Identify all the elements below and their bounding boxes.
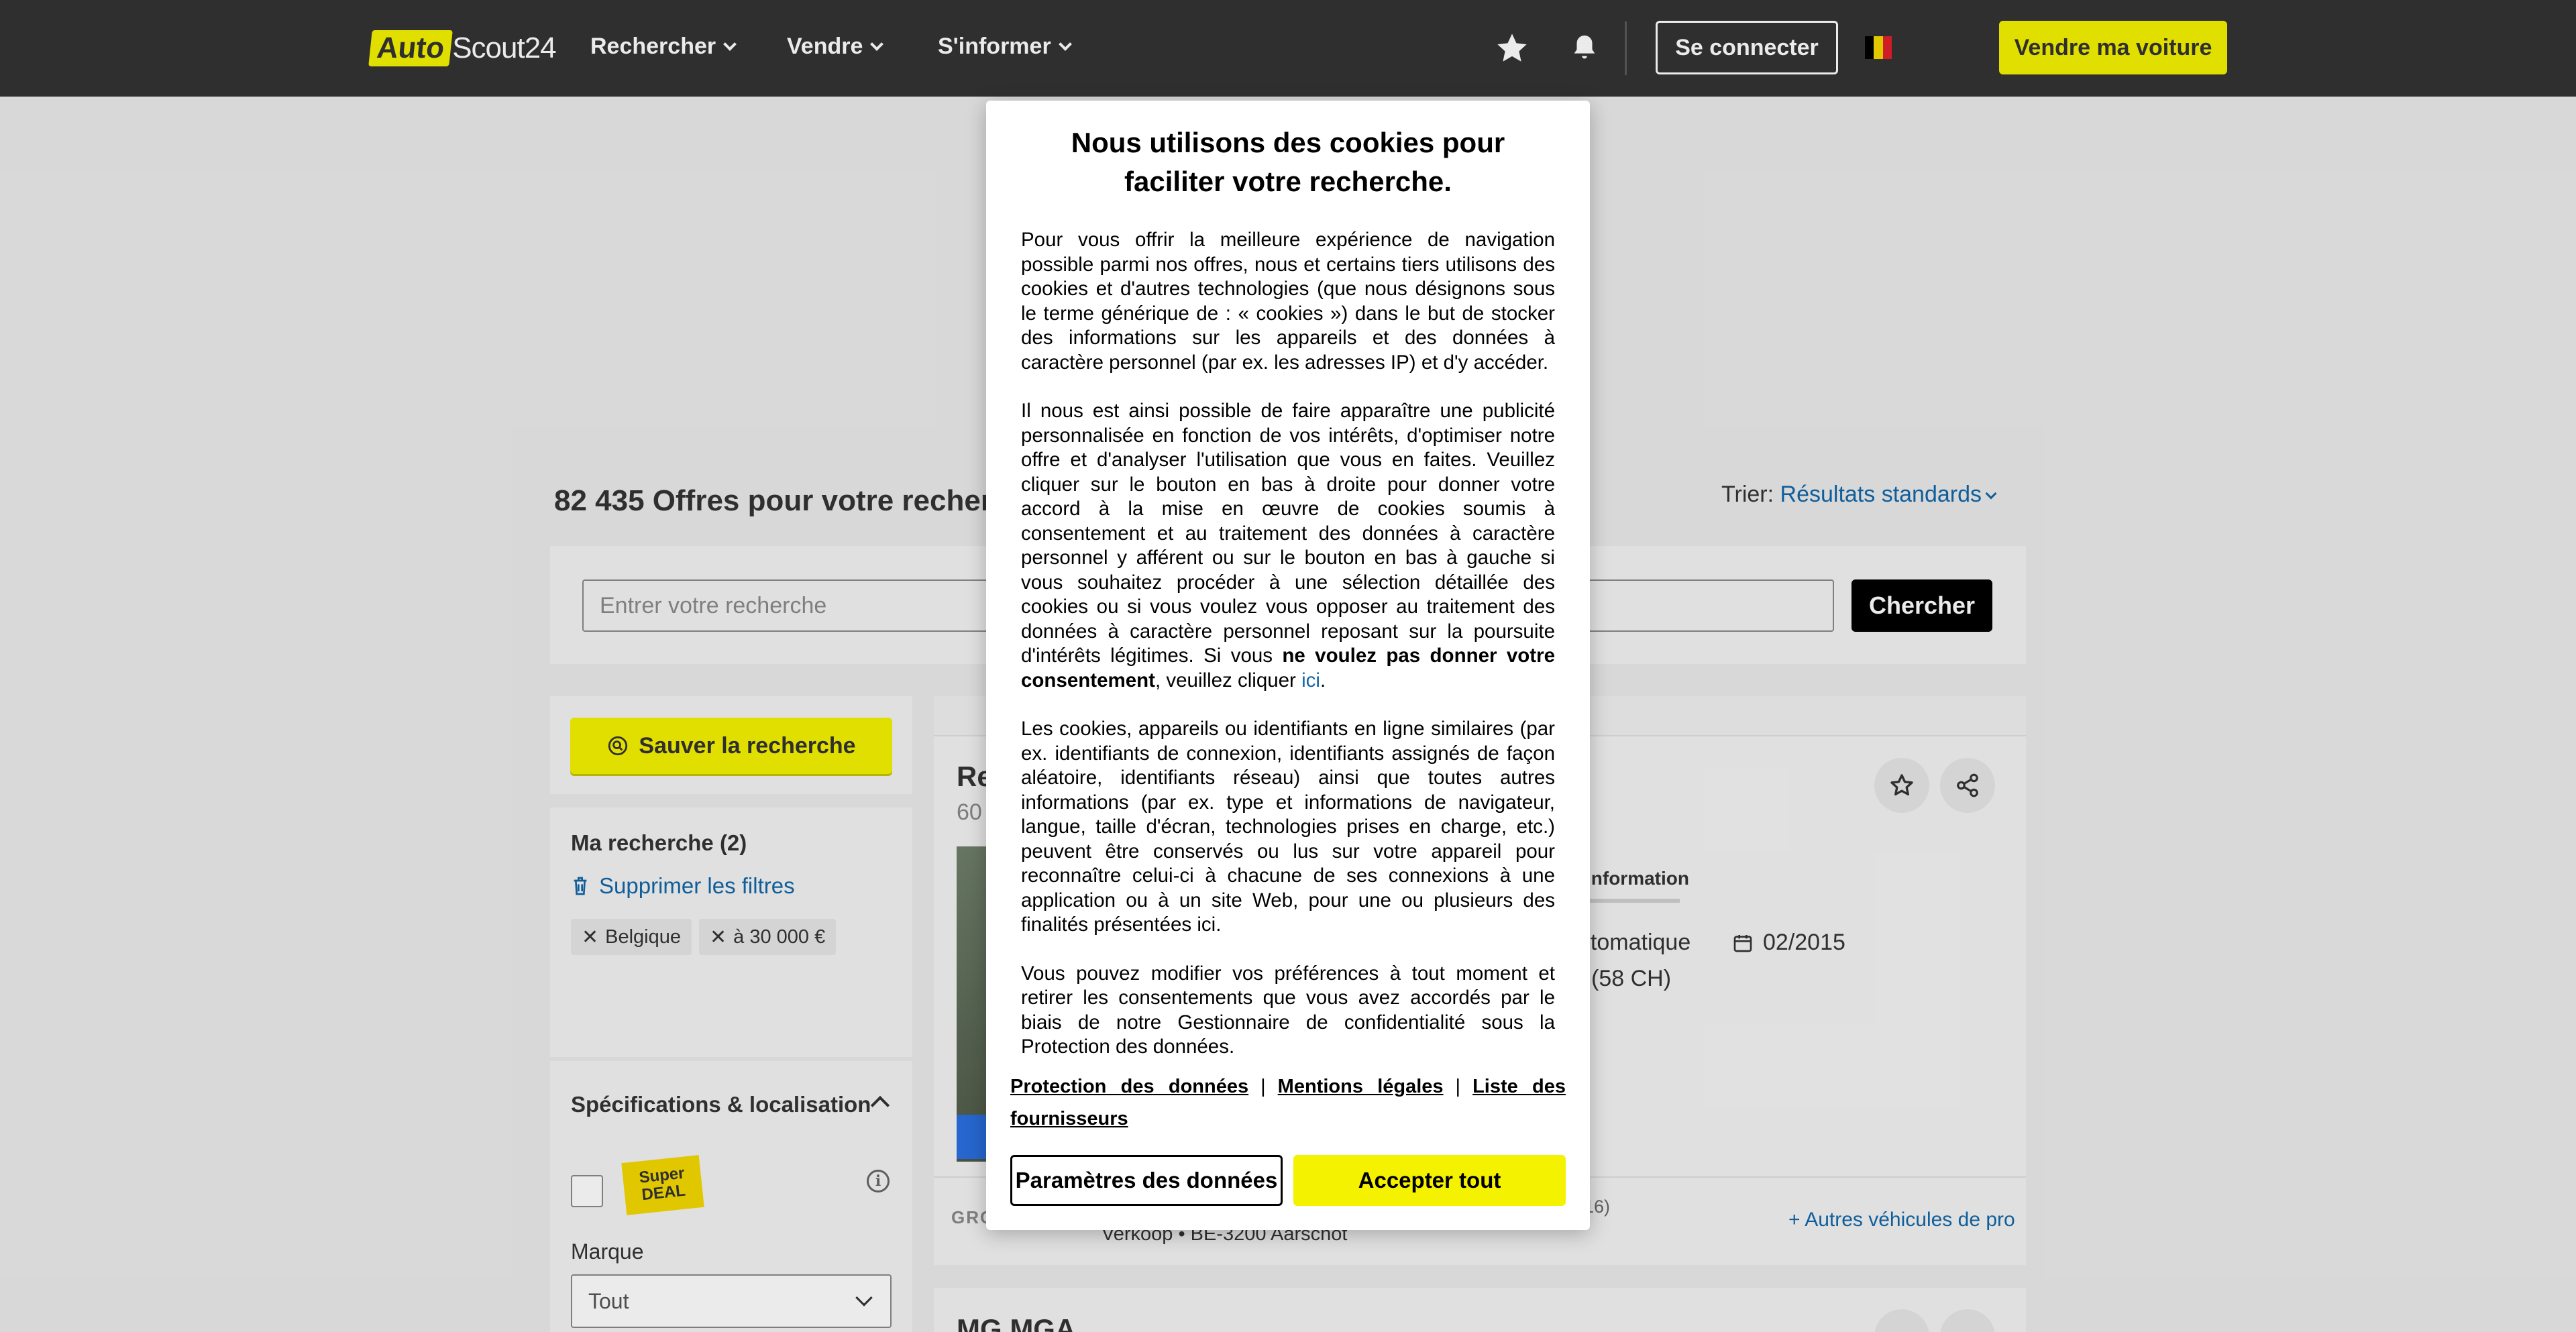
cookie-p2-end: . — [1320, 669, 1326, 691]
cookie-paragraph-4: Vous pouvez modifier vos préférences à t… — [1021, 962, 1555, 1058]
cookie-modal-links: Protection des données | Mentions légales |… — [1010, 1070, 1566, 1135]
cookie-paragraph-2: Il nous est ainsi possible de faire appa… — [1021, 399, 1555, 693]
link-separator: | — [1455, 1076, 1461, 1097]
accept-all-button[interactable]: Accepter tout — [1293, 1155, 1566, 1206]
privacy-link[interactable]: Protection des données — [1010, 1076, 1248, 1097]
cookie-modal-body: Pour vous offrir la meilleure expérience… — [1021, 228, 1555, 1084]
cookie-paragraph-1: Pour vous offrir la meilleure expérience… — [1021, 229, 1555, 374]
cookie-paragraph-3: Les cookies, appareils ou identifiants e… — [1021, 718, 1555, 936]
legal-notice-link[interactable]: Mentions légales — [1278, 1076, 1444, 1097]
data-settings-button[interactable]: Paramètres des données — [1010, 1155, 1283, 1206]
cookie-p2-text-b: , veuillez cliquer — [1155, 669, 1296, 691]
cookie-click-here-link[interactable]: ici — [1301, 669, 1320, 691]
link-separator: | — [1260, 1076, 1266, 1097]
cookie-p2-text: Il nous est ainsi possible de faire appa… — [1021, 400, 1555, 667]
cookie-modal-title: Nous utilisons des cookies pour facilite… — [1071, 127, 1505, 197]
